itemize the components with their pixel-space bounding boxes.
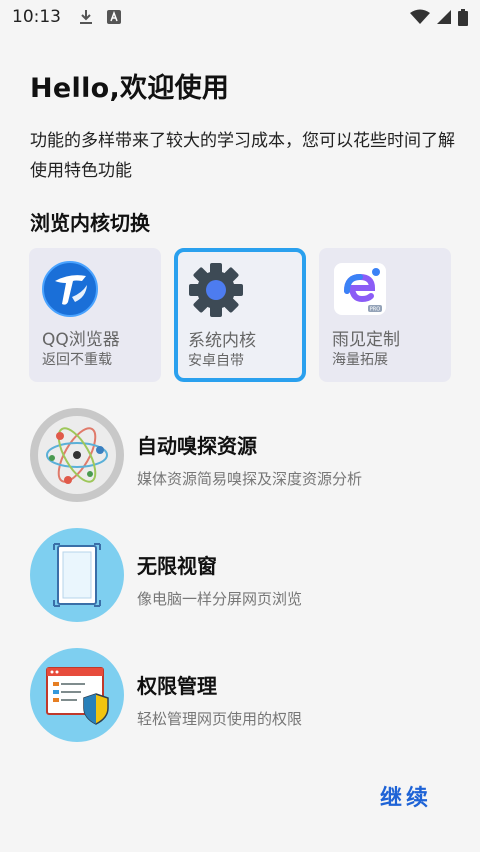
feature-title: 无限视窗 [137, 554, 217, 578]
gear-icon [188, 262, 244, 318]
engine-name: 雨见定制 [332, 330, 400, 350]
engine-option-yujian[interactable]: PRO 雨见定制 海量拓展 [319, 248, 451, 382]
status-bar: 10:13 [0, 0, 480, 34]
feature-sniff-resources[interactable]: 自动嗅探资源 媒体资源简易嗅探及深度资源分析 [30, 408, 450, 508]
engine-name: QQ浏览器 [42, 330, 120, 350]
continue-button[interactable]: 继续 [380, 778, 450, 814]
feature-infinite-window[interactable]: 无限视窗 像电脑一样分屏网页浏览 [30, 528, 450, 628]
wifi-icon [410, 9, 430, 24]
svg-text:PRO: PRO [370, 307, 380, 313]
feature-desc: 像电脑一样分屏网页浏览 [137, 590, 303, 608]
yujian-pro-icon: PRO [332, 261, 388, 317]
engine-name: 系统内核 [188, 331, 256, 351]
engine-section-title: 浏览内核切换 [30, 211, 150, 235]
signal-icon [437, 10, 451, 24]
atom-icon [30, 408, 124, 502]
engine-desc: 海量拓展 [332, 352, 388, 368]
page-subtitle: 功能的多样带来了较大的学习成本，您可以花些时间了解使用特色功能 [30, 131, 455, 181]
feature-title: 自动嗅探资源 [137, 434, 257, 458]
feature-title: 权限管理 [137, 674, 217, 698]
battery-icon [458, 8, 468, 26]
qq-browser-icon [42, 261, 98, 317]
feature-permission-management[interactable]: 权限管理 轻松管理网页使用的权限 [30, 648, 450, 748]
engine-desc: 安卓自带 [188, 353, 244, 369]
engine-option-qq[interactable]: QQ浏览器 返回不重载 [29, 248, 161, 382]
feature-desc: 轻松管理网页使用的权限 [137, 710, 303, 728]
download-icon [80, 10, 92, 24]
engine-options: QQ浏览器 返回不重载 系统内核 安卓自带 PRO 雨见定制 海量拓展 [29, 248, 451, 382]
page-title: Hello,欢迎使用 [30, 73, 230, 104]
feature-desc: 媒体资源简易嗅探及深度资源分析 [137, 470, 363, 488]
window-icon [30, 528, 124, 622]
status-time: 10:13 [12, 7, 61, 27]
font-icon [107, 10, 121, 24]
engine-option-system[interactable]: 系统内核 安卓自带 [174, 248, 306, 382]
shield-permission-icon [30, 648, 124, 742]
engine-desc: 返回不重载 [42, 352, 112, 368]
